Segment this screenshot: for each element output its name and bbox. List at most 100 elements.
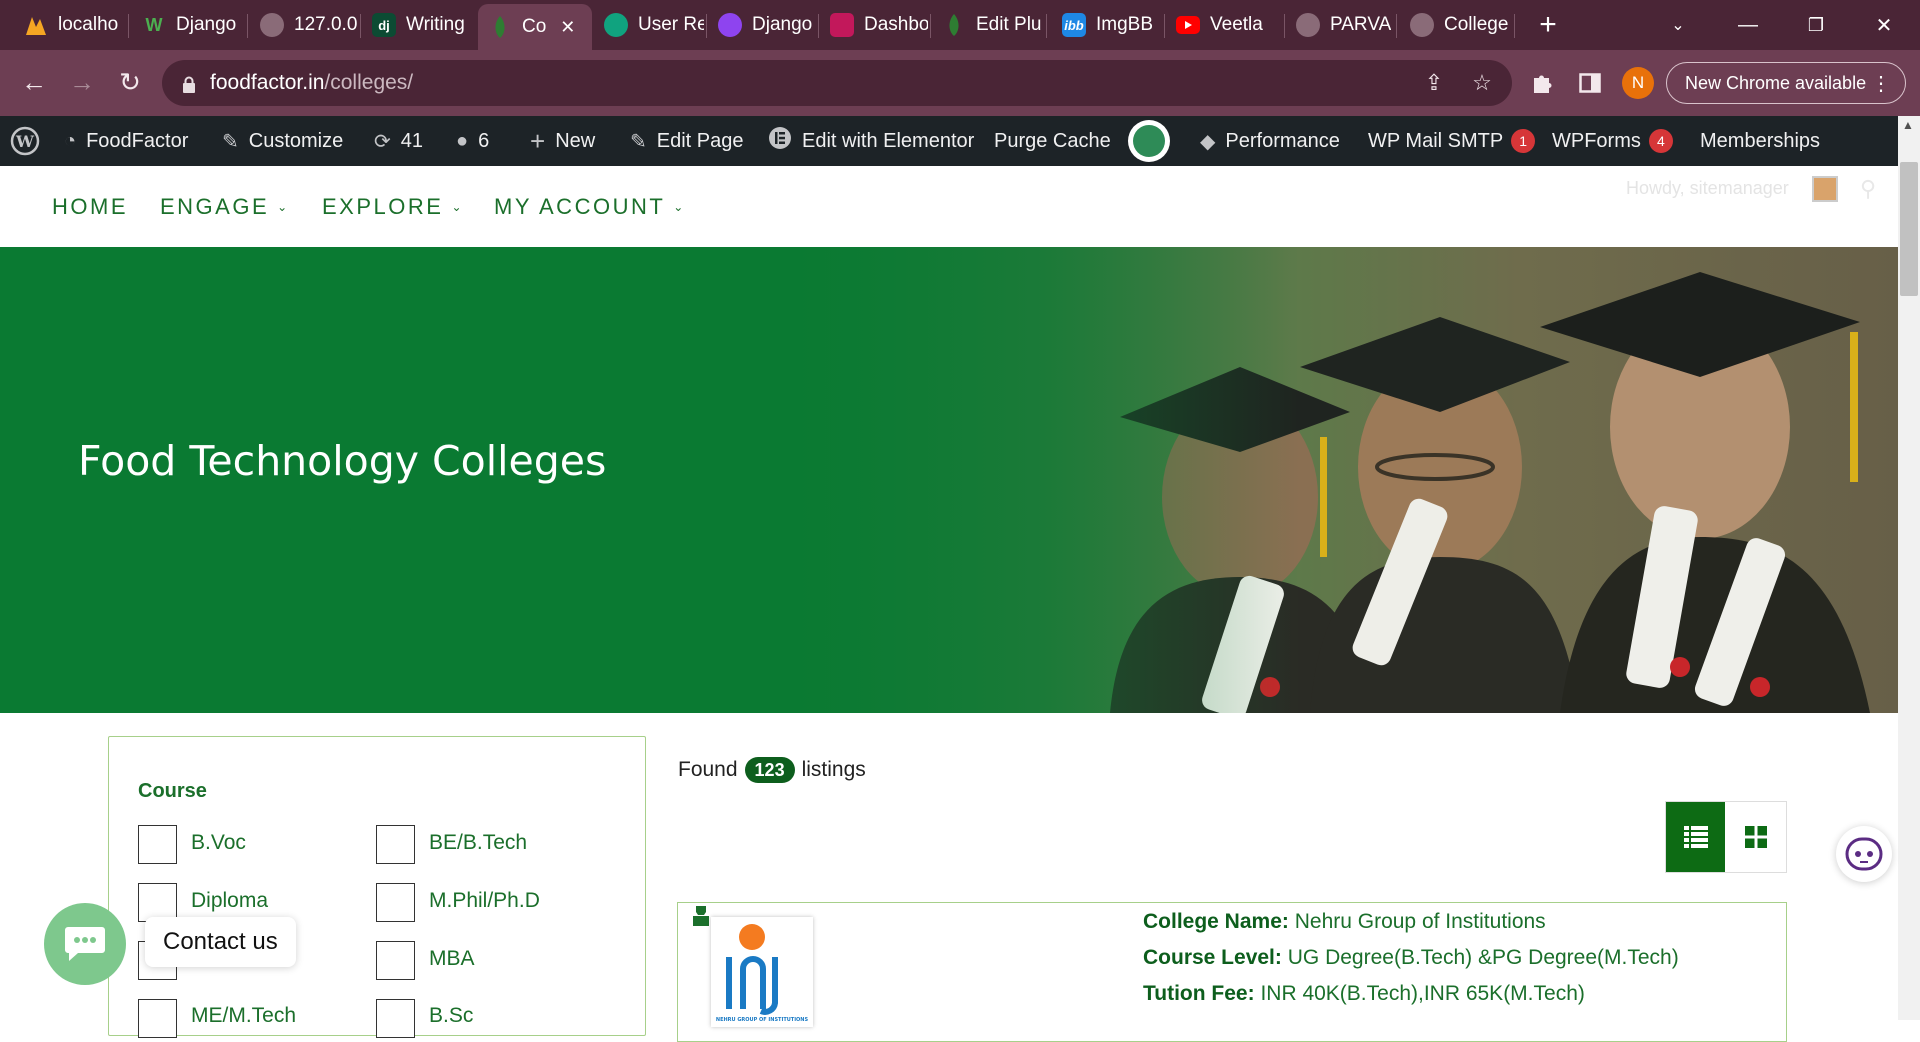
chevron-down-icon: ⌄ (277, 199, 288, 214)
tab-search-chevron-icon[interactable]: ⌄ (1658, 8, 1698, 42)
chat-bubble-icon (65, 927, 105, 961)
admin-comments-link[interactable]: ● 6 (456, 116, 489, 166)
filter-checkbox[interactable] (376, 883, 415, 922)
admin-performance-link[interactable]: ◆ Performance (1200, 116, 1340, 166)
extensions-icon[interactable] (1524, 65, 1560, 101)
kebab-menu-icon[interactable]: ⋮ (1871, 71, 1891, 96)
browser-tab[interactable]: User Re (594, 6, 704, 44)
robot-face-icon (1845, 837, 1883, 871)
updates-icon: ⟳ (374, 130, 391, 153)
filter-option-label: M.Phil/Ph.D (429, 889, 540, 912)
filter-option-label: MBA (429, 947, 475, 970)
scroll-up-arrow-icon[interactable]: ▲ (1902, 118, 1914, 132)
browser-tab-strip: localho W Django 127.0.0 dj Writing Co ✕ U… (0, 0, 1920, 50)
admin-site-link[interactable]: ◔ FoodFactor (64, 116, 188, 166)
plus-icon: + (530, 125, 546, 156)
nav-explore[interactable]: EXPLORE ⌄ (322, 166, 462, 247)
chevron-down-icon: ⌄ (451, 199, 462, 214)
back-arrow-icon[interactable]: ← (14, 62, 54, 102)
dashboard-icon (830, 13, 854, 37)
browser-tab[interactable]: dj Writing (362, 6, 470, 44)
nav-engage[interactable]: ENGAGE ⌄ (160, 166, 287, 247)
admin-edit-page-link[interactable]: ✎ Edit Page (630, 116, 744, 166)
lock-icon (182, 76, 196, 93)
wordpress-logo-icon[interactable]: W (10, 116, 40, 166)
admin-plugin-logo-icon[interactable] (1128, 116, 1170, 166)
performance-icon: ◆ (1200, 130, 1216, 153)
browser-tab[interactable]: Edit Plu (932, 6, 1044, 44)
contact-us-label[interactable]: Contact us (145, 917, 296, 967)
close-window-icon[interactable]: ✕ (1864, 8, 1904, 42)
filter-option-label: Diploma (191, 889, 269, 912)
filter-title: Course (138, 780, 207, 802)
browser-tab[interactable]: PARVA (1286, 6, 1394, 44)
listing-count-badge: 123 (744, 757, 795, 783)
list-view-button[interactable] (1666, 802, 1725, 872)
plugin-circle-icon (1133, 125, 1165, 157)
grid-view-button[interactable] (1725, 802, 1786, 872)
search-icon[interactable]: ⚲ (1860, 176, 1876, 202)
filter-checkbox[interactable] (138, 999, 177, 1038)
chatbot-button[interactable] (1836, 826, 1892, 882)
grid-view-icon (1744, 826, 1767, 848)
college-name: College Name: Nehru Group of Institution… (1143, 910, 1546, 933)
comment-icon: ● (456, 129, 469, 152)
admin-new-link[interactable]: + New (530, 116, 595, 166)
u-icon (718, 13, 742, 37)
admin-purge-cache-link[interactable]: Purge Cache (994, 116, 1111, 166)
reload-icon[interactable]: ↻ (110, 62, 150, 102)
restore-icon[interactable]: ❐ (1796, 8, 1836, 42)
browser-tab[interactable]: localho (14, 6, 126, 44)
browser-tab[interactable]: W Django (132, 6, 244, 44)
new-chrome-available-button[interactable]: New Chrome available ⋮ (1666, 62, 1906, 104)
w-icon: W (145, 14, 163, 35)
minimize-icon[interactable]: — (1728, 8, 1768, 42)
admin-memberships-link[interactable]: Memberships (1700, 116, 1820, 166)
profile-avatar[interactable]: N (1620, 65, 1656, 101)
admin-wp-mail-smtp-link[interactable]: WP Mail SMTP 1 (1368, 116, 1536, 166)
browser-tab[interactable]: 127.0.0 (250, 6, 358, 44)
pencil-icon: ✎ (630, 130, 647, 153)
admin-updates-link[interactable]: ⟳ 41 (374, 116, 423, 166)
dj-icon: dj (372, 13, 396, 37)
notification-badge: 1 (1511, 129, 1536, 153)
page-title: Food Technology Colleges (78, 437, 607, 485)
browser-tab[interactable]: ibb ImgBB (1052, 6, 1162, 44)
filter-checkbox[interactable] (138, 825, 177, 864)
close-tab-icon[interactable]: ✕ (560, 17, 575, 38)
contact-chat-button[interactable] (44, 903, 126, 985)
listing-count-text: Found 123 listings (678, 757, 866, 783)
college-logo[interactable]: NEHRU GROUP OF INSTITUTIONS (711, 917, 813, 1027)
chevron-down-icon: ⌄ (673, 199, 684, 214)
course-level: Course Level: UG Degree(B.Tech) &PG Degr… (1143, 946, 1679, 969)
browser-tab[interactable]: College (1400, 6, 1512, 44)
openai-icon (604, 13, 628, 37)
admin-customize-link[interactable]: ✎ Customize (222, 116, 343, 166)
leaf-icon (942, 13, 966, 37)
share-icon[interactable]: ⇪ (1416, 65, 1452, 101)
new-tab-icon[interactable]: + (1528, 8, 1568, 42)
nav-home[interactable]: HOME (52, 166, 128, 247)
browser-tab-active[interactable]: Co ✕ (478, 4, 592, 50)
filter-checkbox[interactable] (376, 999, 415, 1038)
scrollbar-thumb[interactable] (1900, 162, 1918, 296)
address-bar[interactable]: foodfactor.in/colleges/ (162, 60, 1512, 106)
side-panel-icon[interactable] (1572, 65, 1608, 101)
bookmark-star-icon[interactable]: ☆ (1464, 65, 1500, 101)
filter-checkbox[interactable] (376, 825, 415, 864)
brush-icon: ✎ (222, 130, 239, 153)
nav-my-account[interactable]: MY ACCOUNT ⌄ (494, 166, 683, 247)
filter-checkbox[interactable] (376, 941, 415, 980)
browser-tab[interactable]: Dashbo (820, 6, 928, 44)
list-view-icon (1683, 826, 1708, 848)
user-avatar[interactable] (1812, 176, 1838, 202)
admin-edit-elementor-link[interactable]: Edit with Elementor (768, 116, 974, 166)
notification-badge: 4 (1648, 129, 1673, 153)
browser-tab[interactable]: Django (708, 6, 816, 44)
howdy-user-text[interactable]: Howdy, sitemanager (1626, 178, 1789, 199)
admin-wpforms-link[interactable]: WPForms 4 (1552, 116, 1673, 166)
svg-text:W: W (15, 132, 35, 151)
forward-arrow-icon[interactable]: → (62, 62, 102, 102)
filter-option-label: BE/B.Tech (429, 831, 528, 854)
browser-tab[interactable]: Veetla (1166, 6, 1274, 44)
